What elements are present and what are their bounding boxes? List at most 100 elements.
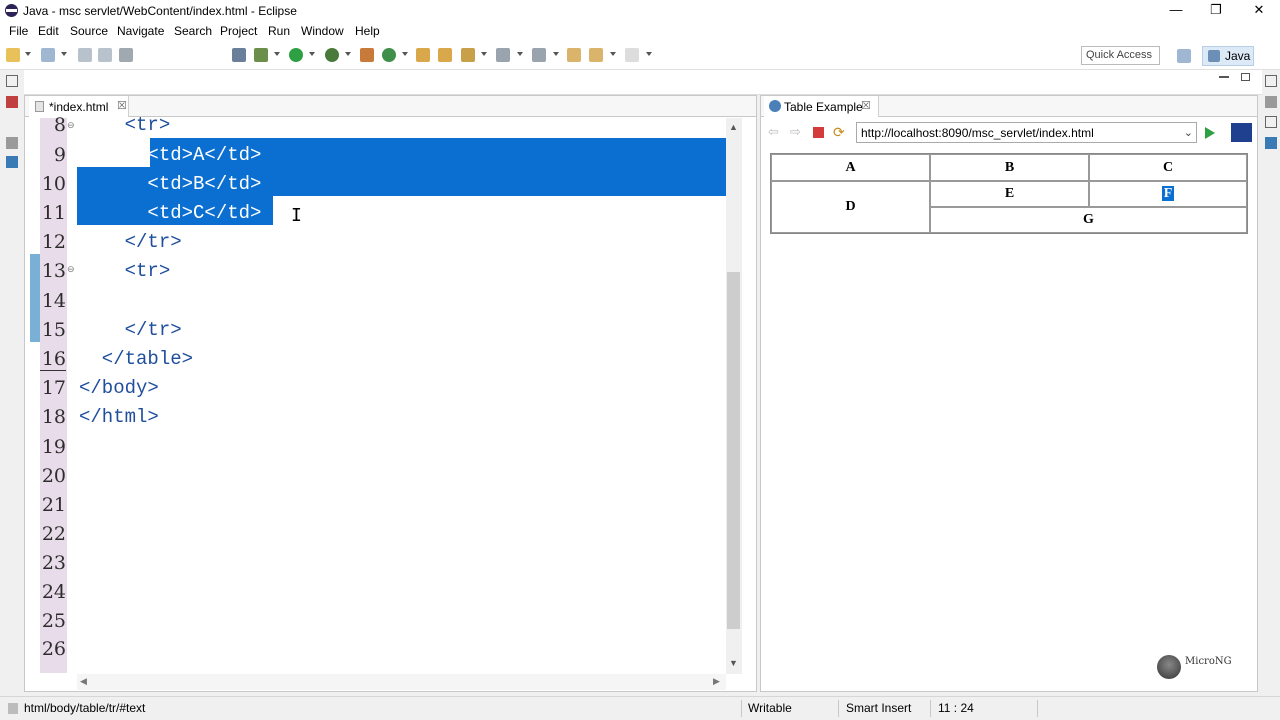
scroll-right-icon[interactable]: ▶	[713, 676, 720, 687]
code-line[interactable]: </table>	[79, 348, 193, 370]
code-line[interactable]: <tr>	[79, 260, 171, 282]
code-line-selected[interactable]: <td>B</td>	[79, 173, 261, 195]
code-line-selected[interactable]: <td>A</td>	[79, 144, 261, 166]
new-package-icon[interactable]	[360, 48, 374, 62]
new-icon[interactable]	[6, 48, 20, 62]
restore-view-icon[interactable]	[6, 75, 18, 87]
new-dropdown-icon[interactable]	[25, 52, 31, 56]
package-explorer-icon[interactable]	[6, 96, 18, 108]
outline-icon[interactable]	[1265, 96, 1277, 108]
run-server-icon[interactable]	[325, 48, 339, 62]
run-icon[interactable]	[289, 48, 303, 62]
last-edit-icon[interactable]	[567, 48, 581, 62]
next-annotation-icon[interactable]	[496, 48, 510, 62]
menu-search[interactable]: Search	[174, 24, 212, 38]
new-class-icon[interactable]	[382, 48, 396, 62]
skip-breakpoints-icon[interactable]	[232, 48, 246, 62]
close-tab-icon[interactable]: ☒	[117, 99, 127, 112]
restore-button[interactable]: ❐	[1205, 2, 1227, 20]
debug-icon[interactable]	[254, 48, 268, 62]
code-line[interactable]: </html>	[79, 406, 159, 428]
code-line[interactable]: </body>	[79, 377, 159, 399]
browser-back-icon[interactable]: ⇦	[768, 125, 782, 139]
back-icon[interactable]	[589, 48, 603, 62]
code-line-selected[interactable]: <td>C</td>	[79, 202, 261, 224]
stop-icon[interactable]	[813, 127, 824, 138]
new-file-dropdown-icon[interactable]	[61, 52, 67, 56]
code-line[interactable]: <tr>	[79, 114, 171, 136]
code-line[interactable]: </tr>	[79, 231, 182, 253]
javadoc-icon[interactable]	[6, 116, 18, 128]
open-perspective-icon[interactable]	[1177, 49, 1191, 63]
menu-file[interactable]: File	[9, 24, 28, 38]
editor-tab-label: *index.html	[49, 100, 109, 114]
line-number: 17	[41, 377, 66, 399]
save-icon[interactable]	[78, 48, 92, 62]
menu-edit[interactable]: Edit	[38, 24, 59, 38]
close-browser-tab-icon[interactable]: ☒	[861, 99, 871, 112]
console-icon[interactable]	[6, 156, 18, 168]
new-file-icon[interactable]	[41, 48, 55, 62]
restore-right-view-icon[interactable]	[1265, 75, 1277, 87]
forward-dropdown-icon[interactable]	[646, 52, 652, 56]
status-separator	[930, 700, 931, 717]
run-server-dropdown-icon[interactable]	[345, 52, 351, 56]
minimize-view-icon[interactable]	[1219, 76, 1229, 78]
close-button[interactable]: ✕	[1248, 2, 1270, 20]
save-all-icon[interactable]	[98, 48, 112, 62]
menu-project[interactable]: Project	[220, 24, 257, 38]
menu-navigate[interactable]: Navigate	[117, 24, 164, 38]
debug-dropdown-icon[interactable]	[274, 52, 280, 56]
java-perspective-icon	[1208, 50, 1220, 62]
prev-annotation-icon[interactable]	[532, 48, 546, 62]
url-text: http://localhost:8090/msc_servlet/index.…	[861, 126, 1094, 140]
line-number: 18	[41, 406, 66, 428]
left-trim-bar	[0, 70, 24, 696]
editor-horizontal-scrollbar[interactable]: ◀ ▶	[77, 674, 726, 690]
maximize-view-icon[interactable]	[1241, 73, 1250, 81]
url-input[interactable]: http://localhost:8090/msc_servlet/index.…	[856, 122, 1197, 143]
line-number: 26	[41, 638, 66, 660]
prev-annotation-dropdown-icon[interactable]	[553, 52, 559, 56]
scroll-up-icon[interactable]: ▲	[729, 122, 738, 132]
go-icon[interactable]	[1205, 127, 1215, 139]
hierarchy-icon[interactable]	[1265, 137, 1277, 149]
editor-scroll-thumb[interactable]	[727, 272, 740, 629]
java-perspective-button[interactable]: Java	[1202, 46, 1254, 66]
search-icon[interactable]	[461, 48, 475, 62]
menu-source[interactable]: Source	[70, 24, 108, 38]
scroll-down-icon[interactable]: ▼	[729, 658, 738, 668]
quick-diff-marker	[30, 254, 40, 342]
browser-forward-icon[interactable]: ⇨	[790, 125, 804, 139]
text-cursor-icon: I	[291, 205, 302, 226]
status-insert-mode: Smart Insert	[846, 701, 912, 715]
status-bar: html/body/table/tr/#text Writable Smart …	[0, 696, 1280, 720]
url-dropdown-icon[interactable]: ⌄	[1184, 126, 1193, 139]
search-dropdown-icon[interactable]	[481, 52, 487, 56]
new-class-dropdown-icon[interactable]	[402, 52, 408, 56]
fold-icon[interactable]: ⊖	[67, 264, 75, 275]
print-icon[interactable]	[119, 48, 133, 62]
restore-task-view-icon[interactable]	[1265, 116, 1277, 128]
open-task-icon[interactable]	[438, 48, 452, 62]
minimize-button[interactable]: —	[1165, 2, 1187, 20]
line-number: 24	[41, 581, 66, 603]
quick-access-input[interactable]: Quick Access	[1081, 46, 1160, 65]
declaration-icon[interactable]	[6, 137, 18, 149]
code-line[interactable]: </tr>	[79, 319, 182, 341]
open-type-icon[interactable]	[416, 48, 430, 62]
back-dropdown-icon[interactable]	[610, 52, 616, 56]
tab-table-example[interactable]: Table Example ☒	[764, 96, 879, 117]
external-browser-icon[interactable]	[1231, 123, 1252, 142]
line-number: 12	[41, 231, 66, 253]
menu-window[interactable]: Window	[301, 24, 344, 38]
menu-help[interactable]: Help	[355, 24, 380, 38]
next-annotation-dropdown-icon[interactable]	[517, 52, 523, 56]
forward-icon[interactable]	[625, 48, 639, 62]
fold-icon[interactable]: ⊖	[67, 120, 75, 131]
run-dropdown-icon[interactable]	[309, 52, 315, 56]
menu-run[interactable]: Run	[268, 24, 290, 38]
scroll-left-icon[interactable]: ◀	[80, 676, 87, 687]
refresh-icon[interactable]: ⟳	[833, 125, 847, 139]
line-number: 23	[41, 552, 66, 574]
